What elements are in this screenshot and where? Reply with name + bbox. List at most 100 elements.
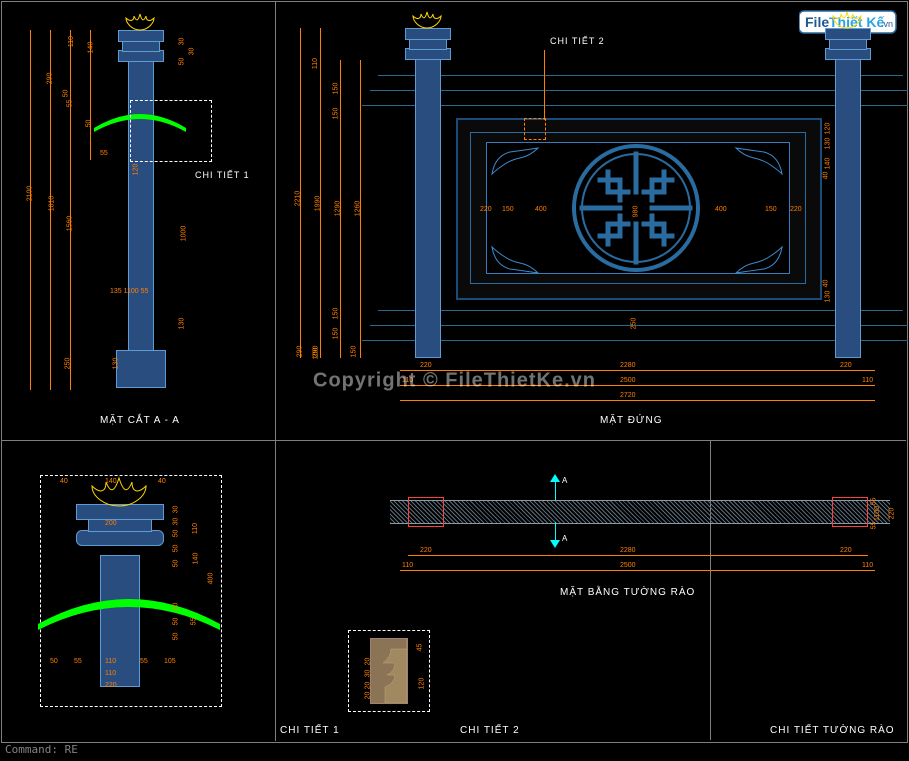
corner-dec-br (734, 240, 784, 275)
d1-220: 220 (105, 682, 117, 689)
dim-axis-v4 (90, 30, 91, 160)
detail2-callout-label: CHI TIẾT 2 (550, 36, 605, 46)
d1v-55: 55 (190, 618, 197, 626)
command-line[interactable]: Command: RE (5, 743, 78, 756)
d1v-50b: 50 (172, 545, 179, 553)
marker-a-top: A (562, 476, 568, 485)
dim-250c: 250 (630, 318, 637, 330)
detail2-leader-v (544, 108, 545, 120)
divider-v2 (710, 440, 711, 740)
green-tile-d1 (38, 588, 220, 635)
dim-130r: 130 (824, 138, 831, 150)
planv-220: 220 (888, 508, 895, 520)
d1v-400: 400 (207, 573, 214, 585)
plan-label: MẶT BẰNG TƯỜNG RÀO (560, 587, 695, 598)
dim-120r: 120 (824, 123, 831, 135)
plan-dim-h2 (400, 570, 875, 571)
d1-40b: 40 (158, 478, 166, 485)
corner-dec-tl (490, 146, 540, 181)
detail2-leader-v2 (544, 50, 545, 108)
d2-20a: 20 (364, 692, 371, 700)
plan-110r: 110 (862, 562, 873, 569)
cad-canvas: File Thiết Kế .vn CHI TIẾT 1 2100 1810 1… (0, 0, 909, 761)
dim-1000: 1000 (180, 226, 187, 242)
plan-2280: 2280 (620, 547, 636, 554)
plan-dim-h1 (408, 555, 868, 556)
d2-45: 45 (416, 644, 423, 652)
elev-dim-h3 (400, 400, 875, 401)
d1-110b: 110 (105, 670, 116, 677)
dim-290e: 290 (296, 346, 303, 358)
d1-55r: 55 (140, 658, 148, 665)
d1-200: 200 (105, 520, 117, 527)
dim-1260: 1260 (354, 201, 361, 217)
lotus-icon-d1 (80, 470, 158, 513)
wall-step1 (378, 75, 903, 76)
corner-dec-bl (490, 240, 540, 275)
dim-50c: 50 (178, 58, 185, 66)
d1v-50a: 50 (172, 530, 179, 538)
section-base (116, 350, 166, 388)
dim-axis-v1 (30, 30, 31, 390)
marker-a-bot: A (562, 534, 568, 543)
section-mark-top (555, 480, 556, 500)
elev-col-left (415, 58, 441, 358)
section-mark-bot (555, 522, 556, 542)
detail1-bottom-label: CHI TIẾT 1 (280, 725, 340, 736)
dim-2280: 2280 (620, 362, 636, 369)
dim-30b: 30 (188, 48, 195, 56)
dim-110h2: 110 (862, 377, 873, 384)
detail1-callout (130, 100, 212, 162)
dim-1290: 1290 (334, 201, 341, 217)
wall-step5 (370, 325, 908, 326)
dim-400b: 400 (715, 206, 727, 213)
dim-290e2: 290 (312, 346, 319, 358)
dim-2720: 2720 (620, 392, 636, 399)
detail2-callout-box (524, 118, 546, 140)
dim-150c: 150 (332, 308, 339, 320)
dim-150e: 150 (350, 346, 357, 358)
dim-150h: 150 (502, 206, 514, 213)
plan-220l: 220 (420, 547, 432, 554)
wall-detail-label: CHI TIẾT TƯỜNG RÀO (770, 725, 895, 736)
d1-cap1 (76, 530, 164, 546)
lotus-icon-elev-right (827, 6, 867, 35)
dim-980: 980 (632, 206, 639, 218)
elevation-label: MẶT ĐỨNG (600, 415, 662, 426)
d1v-50f: 50 (172, 633, 179, 641)
dim-220h1: 220 (420, 362, 432, 369)
logo-text3: .vn (881, 19, 893, 29)
d1v-50c: 50 (172, 560, 179, 568)
dim-150h2: 150 (765, 206, 777, 213)
dim-220h2: 220 (840, 362, 852, 369)
dim-2210: 2210 (294, 191, 301, 207)
d2-molding-bg (370, 638, 408, 704)
section-arrow-top (550, 474, 560, 482)
lotus-icon-elev-left (407, 6, 447, 35)
dim-5550: 55 (100, 150, 108, 157)
d1-140: 140 (105, 478, 117, 485)
divider-v1 (275, 1, 276, 741)
dim-220b: 220 (790, 206, 802, 213)
watermark-center: Copyright © FileThietKe.vn (313, 369, 596, 392)
plan-wall (390, 500, 890, 524)
dim-130a: 130 (178, 318, 185, 330)
planv-55b: 55 (870, 522, 877, 530)
lotus-icon-section (120, 8, 160, 37)
d1v-110: 110 (192, 523, 199, 534)
dim-130b: 130 (112, 358, 119, 370)
dim-50b: 50 (85, 120, 92, 128)
plan-2500: 2500 (620, 562, 636, 569)
d1-55l: 55 (74, 658, 82, 665)
d2-120: 120 (418, 678, 425, 690)
divider-h (1, 440, 906, 441)
d1-50l: 50 (50, 658, 58, 665)
detail1-callout-label: CHI TIẾT 1 (195, 170, 250, 180)
elev-col-right (835, 58, 861, 358)
dim-30a: 30 (178, 38, 185, 46)
section-aa-label: MẶT CẮT A - A (100, 415, 180, 426)
dim-2500: 2500 (620, 377, 636, 384)
dim-40r2: 40 (822, 172, 829, 180)
dim-40r: 40 (822, 280, 829, 288)
dim-120: 120 (132, 164, 139, 176)
